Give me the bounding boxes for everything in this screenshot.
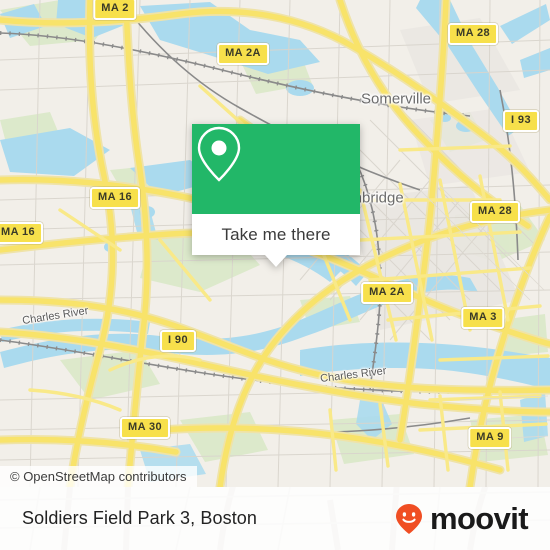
location-popup-card[interactable]: Take me there bbox=[192, 124, 360, 267]
road-shield-ma-9[interactable]: MA 9 bbox=[468, 427, 512, 449]
page-title: Soldiers Field Park 3, Boston bbox=[22, 508, 258, 528]
moovit-logo[interactable]: moovit bbox=[394, 501, 529, 536]
popup-pointer-tail bbox=[265, 255, 287, 267]
road-shield-ma-28-b[interactable]: MA 28 bbox=[470, 201, 520, 223]
popup-action-bar[interactable]: Take me there bbox=[192, 214, 360, 267]
map-pin-icon bbox=[197, 126, 241, 182]
road-shield-i-93[interactable]: I 93 bbox=[503, 110, 539, 132]
road-shield-i-90[interactable]: I 90 bbox=[160, 330, 196, 352]
moovit-wordmark: moovit bbox=[429, 501, 529, 536]
take-me-there-button[interactable]: Take me there bbox=[221, 226, 330, 243]
road-shield-ma-30[interactable]: MA 30 bbox=[120, 417, 170, 439]
road-shield-ma-16-a[interactable]: MA 16 bbox=[90, 187, 140, 209]
map-canvas[interactable]: Somerville Cambridge Charles River Charl… bbox=[0, 0, 550, 487]
road-shield-ma-2a-b[interactable]: MA 2A bbox=[361, 282, 413, 304]
osm-attribution[interactable]: © OpenStreetMap contributors bbox=[0, 466, 197, 487]
moovit-smiley-pin-icon bbox=[395, 503, 422, 534]
road-shield-ma-3[interactable]: MA 3 bbox=[461, 307, 505, 329]
road-shield-ma-16-b[interactable]: MA 16 bbox=[0, 222, 43, 244]
road-shield-ma-2a[interactable]: MA 2A bbox=[217, 43, 269, 65]
footer-bar: Soldiers Field Park 3, Boston moovit bbox=[0, 487, 550, 550]
popup-header bbox=[192, 124, 360, 214]
map-screenshot: Somerville Cambridge Charles River Charl… bbox=[0, 0, 550, 550]
road-shield-ma-28[interactable]: MA 28 bbox=[448, 23, 498, 45]
footer-content: Soldiers Field Park 3, Boston moovit bbox=[0, 487, 550, 550]
road-shield-ma-2[interactable]: MA 2 bbox=[93, 0, 137, 20]
place-label-somerville: Somerville bbox=[360, 90, 432, 108]
